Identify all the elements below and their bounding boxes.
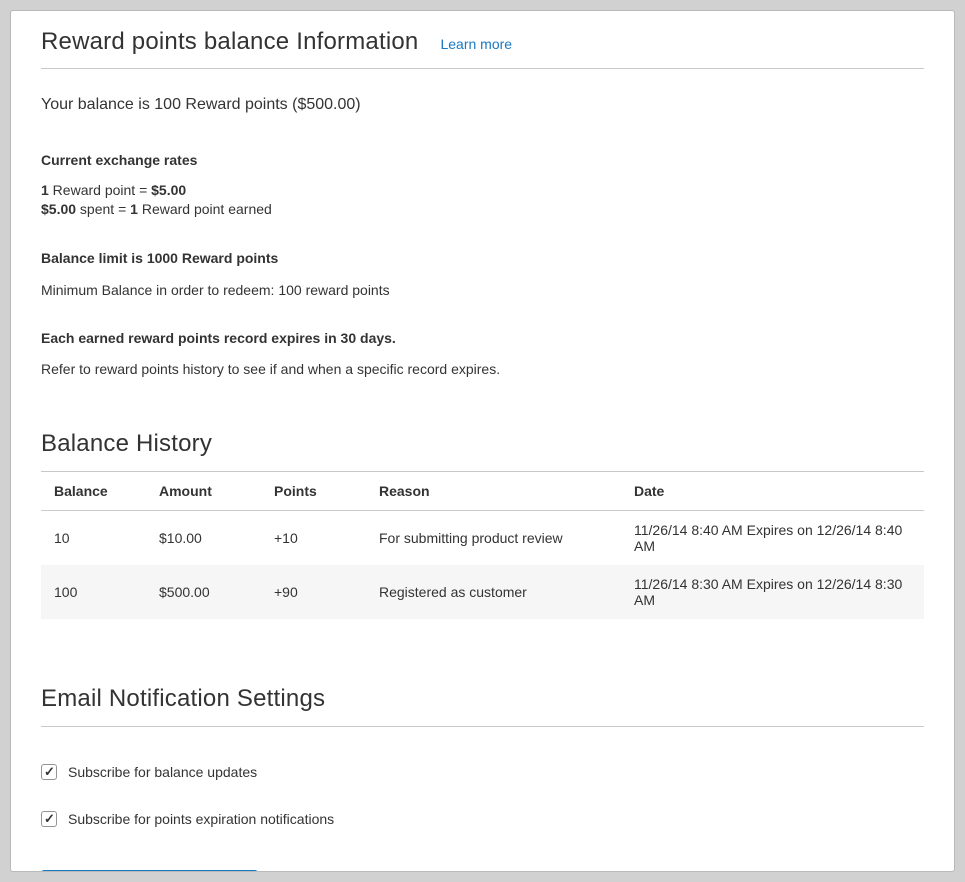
expiration-rule: Each earned reward points record expires… <box>41 330 924 346</box>
cell-reason: For submitting product review <box>366 511 621 566</box>
cell-balance: 10 <box>41 511 146 566</box>
balance-updates-checkbox[interactable] <box>41 764 57 780</box>
table-row: 10 $10.00 +10 For submitting product rev… <box>41 511 924 566</box>
rate-line-earn: 1 Reward point = $5.00 <box>41 182 186 198</box>
balance-history-table: Balance Amount Points Reason Date 10 $10… <box>41 472 924 619</box>
table-row: 100 $500.00 +90 Registered as customer 1… <box>41 565 924 619</box>
cell-balance: 100 <box>41 565 146 619</box>
exchange-rates-heading: Current exchange rates <box>41 152 924 168</box>
page-title: Reward points balance Information <box>41 28 418 56</box>
balance-updates-option: Subscribe for balance updates <box>41 764 924 780</box>
cell-points: +90 <box>261 565 366 619</box>
column-header-reason: Reason <box>366 472 621 511</box>
column-header-amount: Amount <box>146 472 261 511</box>
minimum-balance: Minimum Balance in order to redeem: 100 … <box>41 282 924 298</box>
page-background: Reward points balance Information Learn … <box>0 0 965 882</box>
points-expiration-checkbox[interactable] <box>41 811 57 827</box>
cell-amount: $10.00 <box>146 511 261 566</box>
points-expiration-label[interactable]: Subscribe for points expiration notifica… <box>68 811 334 827</box>
balance-summary: Your balance is 100 Reward points ($500.… <box>41 96 924 114</box>
column-header-date: Date <box>621 472 924 511</box>
expiration-note: Refer to reward points history to see if… <box>41 361 924 377</box>
reward-points-card: Reward points balance Information Learn … <box>10 10 955 872</box>
save-subscription-settings-button[interactable]: Save Subscription Settings <box>41 870 258 872</box>
balance-limit: Balance limit is 1000 Reward points <box>41 250 924 266</box>
cell-date: 11/26/14 8:30 AM Expires on 12/26/14 8:3… <box>621 565 924 619</box>
exchange-rates: 1 Reward point = $5.00 $5.00 spent = 1 R… <box>41 181 924 219</box>
cell-points: +10 <box>261 511 366 566</box>
points-expiration-option: Subscribe for points expiration notifica… <box>41 811 924 827</box>
balance-history-heading: Balance History <box>41 430 924 472</box>
column-header-balance: Balance <box>41 472 146 511</box>
page-header: Reward points balance Information Learn … <box>41 11 924 69</box>
rate-line-spend: $5.00 spent = 1 Reward point earned <box>41 201 272 217</box>
cell-amount: $500.00 <box>146 565 261 619</box>
column-header-points: Points <box>261 472 366 511</box>
cell-reason: Registered as customer <box>366 565 621 619</box>
balance-updates-label[interactable]: Subscribe for balance updates <box>68 764 257 780</box>
email-notification-heading: Email Notification Settings <box>41 685 924 727</box>
learn-more-link[interactable]: Learn more <box>440 36 512 52</box>
cell-date: 11/26/14 8:40 AM Expires on 12/26/14 8:4… <box>621 511 924 566</box>
table-header-row: Balance Amount Points Reason Date <box>41 472 924 511</box>
